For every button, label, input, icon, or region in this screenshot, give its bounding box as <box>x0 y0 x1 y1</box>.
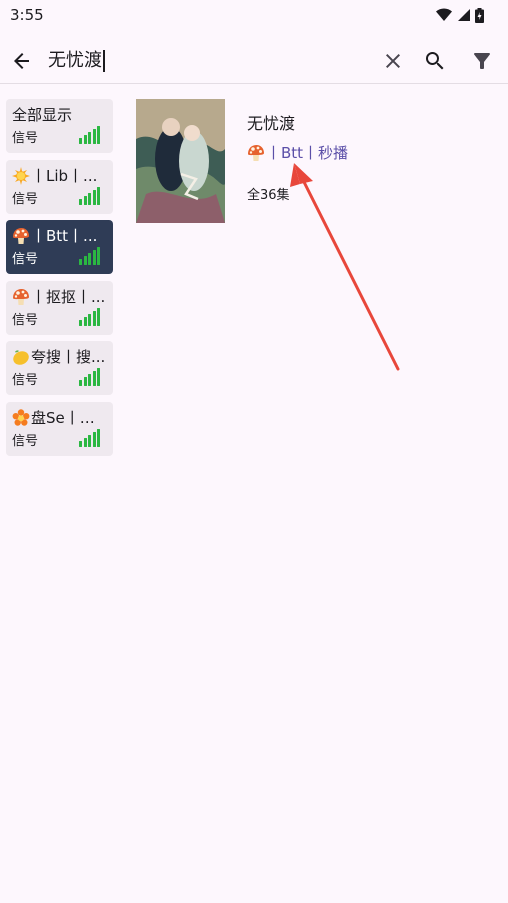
signal-strength-icon <box>79 126 103 144</box>
wifi-icon <box>436 8 452 21</box>
signal-strength-icon <box>79 368 103 386</box>
result-episodes: 全36集 <box>247 188 290 203</box>
lemon-icon <box>13 350 29 365</box>
poster-image <box>136 99 225 223</box>
source-item-lib[interactable]: 丨Lib丨... 信号 <box>6 159 113 214</box>
signal-strength-icon <box>79 247 103 265</box>
source-item-koukou[interactable]: 丨抠抠丨... 信号 <box>6 280 113 335</box>
result-source[interactable]: 丨Btt丨秒播 <box>247 142 348 164</box>
source-item-btt[interactable]: 丨Btt丨... 信号 <box>6 220 113 274</box>
source-list: 全部显示 信号 丨Lib丨... 信号 丨Btt丨... 信号 丨抠抠丨... … <box>6 99 113 462</box>
status-icons <box>436 7 484 23</box>
back-button[interactable] <box>10 49 34 73</box>
cell-signal-icon <box>458 9 470 21</box>
source-item-panse[interactable]: 盘Se丨搜... 信号 <box>6 401 113 456</box>
clear-button[interactable] <box>381 49 405 73</box>
star-icon <box>12 166 30 185</box>
source-name: 盘Se丨搜... <box>12 408 108 428</box>
filter-button[interactable] <box>470 49 494 73</box>
source-name: 丨抠抠丨... <box>12 287 108 307</box>
signal-label: 信号 <box>12 433 39 449</box>
text-caret <box>103 50 105 72</box>
source-name: 全部显示 <box>12 106 73 124</box>
source-item-all[interactable]: 全部显示 信号 <box>6 99 113 153</box>
battery-icon <box>475 7 484 23</box>
search-query: 无忧渡 <box>48 50 102 71</box>
signal-label: 信号 <box>12 191 39 207</box>
arrow-left-icon <box>14 53 29 69</box>
status-time: 3:55 <box>10 6 44 24</box>
source-name: 夸搜丨搜... <box>12 347 108 367</box>
source-name: 丨Btt丨... <box>12 226 108 246</box>
search-bar: 无忧渡 <box>0 38 508 84</box>
close-icon <box>386 54 400 68</box>
search-result-item[interactable]: 无忧渡 丨Btt丨秒播 全36集 <box>136 99 496 223</box>
mushroom-icon <box>248 145 264 161</box>
source-item-kuasou[interactable]: 夸搜丨搜... 信号 <box>6 341 113 395</box>
result-source-label: 丨Btt丨秒播 <box>266 144 349 162</box>
search-button[interactable] <box>423 49 447 73</box>
search-icon <box>426 52 444 70</box>
mushroom-icon <box>13 288 29 305</box>
signal-strength-icon <box>79 307 103 326</box>
flower-icon <box>12 408 30 426</box>
mushroom-icon <box>13 228 29 244</box>
search-input[interactable]: 无忧渡 <box>48 48 105 74</box>
signal-label: 信号 <box>12 252 39 267</box>
signal-strength-icon <box>79 186 103 205</box>
source-name: 丨Lib丨... <box>12 166 108 186</box>
status-bar: 3:55 <box>0 0 508 30</box>
filter-icon <box>474 53 490 69</box>
signal-label: 信号 <box>12 373 39 388</box>
poster-art <box>136 99 225 223</box>
signal-strength-icon <box>79 428 103 447</box>
signal-label: 信号 <box>12 312 39 328</box>
signal-label: 信号 <box>12 131 39 146</box>
result-title: 无忧渡 <box>247 114 296 133</box>
